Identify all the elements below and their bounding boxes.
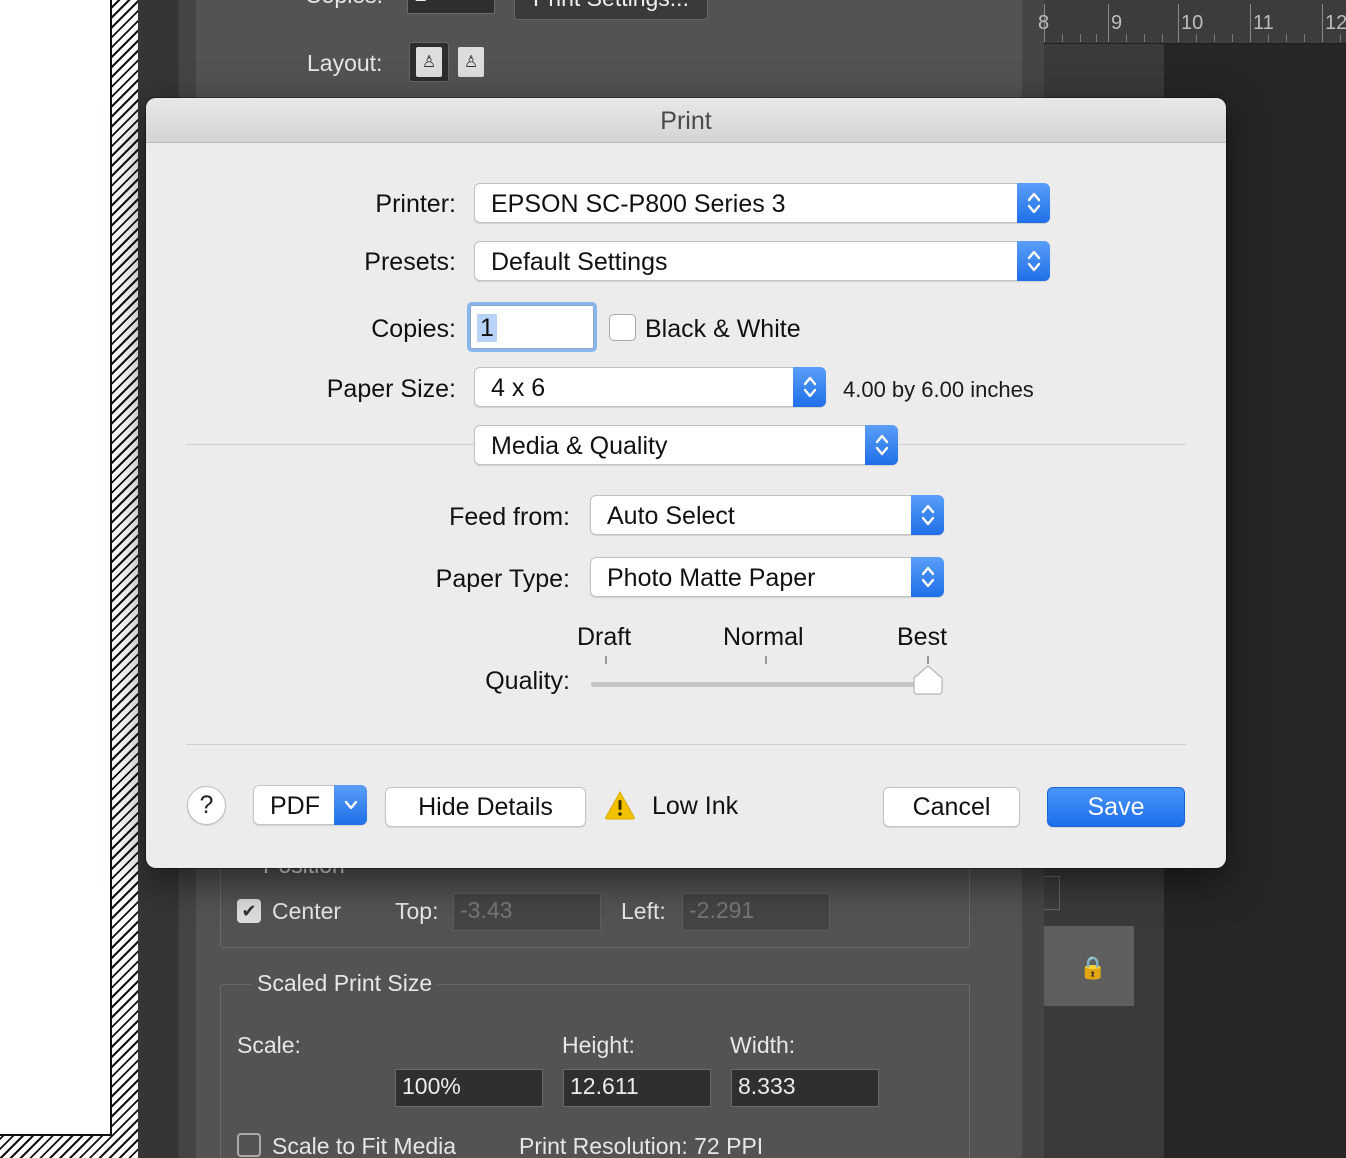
quality-slider-track[interactable] bbox=[591, 682, 943, 687]
warning-icon bbox=[605, 790, 635, 820]
chevron-updown-icon bbox=[911, 557, 944, 597]
center-label: Center bbox=[272, 898, 342, 924]
scale-field[interactable]: 100% bbox=[395, 1069, 543, 1107]
help-icon: ? bbox=[199, 791, 214, 819]
quality-level-normal: Normal bbox=[723, 623, 804, 651]
dialog-titlebar: Print bbox=[146, 98, 1226, 143]
width-value: 8.333 bbox=[738, 1073, 796, 1099]
top-value: -3.43 bbox=[460, 897, 513, 923]
layout-portrait-button[interactable]: ♙ bbox=[409, 42, 449, 82]
black-white-checkbox[interactable] bbox=[609, 314, 636, 341]
copies-value: 1 bbox=[477, 314, 497, 342]
paper-type-popup[interactable]: Photo Matte Paper bbox=[590, 557, 944, 597]
quality-slider-knob[interactable] bbox=[912, 664, 944, 696]
center-checkbox[interactable]: ✔ bbox=[237, 899, 261, 923]
printer-label: Printer: bbox=[375, 190, 456, 218]
quality-level-best: Best bbox=[897, 623, 948, 651]
low-ink-status[interactable]: Low Ink bbox=[652, 792, 738, 821]
section-value: Media & Quality bbox=[491, 432, 668, 460]
height-field[interactable]: 12.611 bbox=[563, 1069, 711, 1107]
height-label: Height: bbox=[562, 1032, 635, 1058]
width-label: Width: bbox=[730, 1032, 796, 1058]
bg-copies-field[interactable]: 1 bbox=[407, 0, 495, 14]
landscape-icon: ♙ bbox=[463, 54, 479, 71]
save-label: Save bbox=[1087, 793, 1145, 821]
scale-to-fit-checkbox[interactable] bbox=[237, 1133, 261, 1157]
printer-popup[interactable]: EPSON SC-P800 Series 3 bbox=[474, 183, 1050, 223]
presets-label: Presets: bbox=[364, 248, 456, 276]
print-resolution: Print Resolution: 72 PPI bbox=[519, 1133, 764, 1158]
black-white-label: Black & White bbox=[645, 315, 801, 343]
ruler-tick-label: 8 bbox=[1038, 12, 1050, 34]
quality-tick bbox=[765, 656, 767, 664]
scaled-print-size-legend: Scaled Print Size bbox=[251, 970, 439, 997]
paper-type-label: Paper Type: bbox=[435, 565, 570, 593]
chevron-updown-icon bbox=[865, 425, 898, 465]
paper-size-label: Paper Size: bbox=[326, 375, 456, 403]
paper-size-value: 4 x 6 bbox=[491, 374, 546, 402]
pdf-menu-button[interactable]: PDF bbox=[253, 785, 367, 825]
chevron-updown-icon bbox=[793, 367, 826, 407]
ruler-tick-label: 12 bbox=[1325, 12, 1346, 34]
lock-icon: 🔒 bbox=[1079, 955, 1107, 980]
height-value: 12.611 bbox=[570, 1073, 639, 1099]
chevron-updown-icon bbox=[911, 495, 944, 535]
copies-field[interactable]: 1 bbox=[470, 305, 594, 349]
feed-from-label: Feed from: bbox=[449, 503, 570, 531]
ruler-tick-label: 11 bbox=[1253, 12, 1274, 34]
presets-popup[interactable]: Default Settings bbox=[474, 241, 1050, 281]
left-field[interactable]: -2.291 bbox=[682, 893, 830, 931]
scale-value: 100% bbox=[402, 1073, 461, 1099]
ruler-tick-label: 10 bbox=[1181, 12, 1204, 34]
cancel-label: Cancel bbox=[912, 793, 991, 821]
hide-details-button[interactable]: Hide Details bbox=[385, 787, 586, 827]
paper-size-popup[interactable]: 4 x 6 bbox=[474, 367, 826, 407]
feed-from-value: Auto Select bbox=[607, 502, 735, 530]
scale-to-fit-label: Scale to Fit Media bbox=[272, 1133, 457, 1158]
cancel-button[interactable]: Cancel bbox=[883, 787, 1020, 827]
bg-copies-value: 1 bbox=[414, 0, 427, 6]
quality-level-draft: Draft bbox=[577, 623, 632, 651]
canvas-edge-hatch bbox=[112, 0, 138, 1158]
top-label: Top: bbox=[395, 898, 439, 924]
print-dialog: Print Printer: EPSON SC-P800 Series 3 Pr… bbox=[146, 98, 1226, 868]
canvas-edge-hatch-bottom bbox=[0, 1136, 138, 1158]
side-panel-control[interactable] bbox=[1044, 876, 1060, 910]
paper-size-dimensions: 4.00 by 6.00 inches bbox=[843, 377, 1034, 402]
chevron-updown-icon bbox=[1017, 241, 1050, 281]
bottom-divider bbox=[186, 744, 1186, 745]
left-value: -2.291 bbox=[689, 897, 755, 923]
feed-from-popup[interactable]: Auto Select bbox=[590, 495, 944, 535]
copies-label: Copies: bbox=[371, 315, 456, 343]
chevron-updown-icon bbox=[1017, 183, 1050, 223]
save-button[interactable]: Save bbox=[1047, 787, 1185, 827]
print-settings-label: Print Settings... bbox=[533, 0, 689, 11]
left-label: Left: bbox=[621, 898, 666, 924]
printer-value: EPSON SC-P800 Series 3 bbox=[491, 190, 786, 218]
bg-copies-label: Copies: bbox=[305, 0, 383, 9]
bg-layout-label: Layout: bbox=[307, 50, 383, 76]
width-field[interactable]: 8.333 bbox=[731, 1069, 879, 1107]
help-button[interactable]: ? bbox=[187, 786, 226, 825]
scale-label: Scale: bbox=[237, 1032, 301, 1058]
portrait-icon: ♙ bbox=[421, 54, 437, 71]
ruler-tick-label: 9 bbox=[1111, 12, 1123, 34]
ruler: 8 9 10 11 12 bbox=[1038, 0, 1346, 44]
quality-tick bbox=[605, 656, 607, 664]
hide-details-label: Hide Details bbox=[418, 793, 553, 821]
paper-type-value: Photo Matte Paper bbox=[607, 564, 816, 592]
quality-label: Quality: bbox=[485, 667, 570, 695]
layout-landscape-button[interactable]: ♙ bbox=[453, 44, 489, 80]
chevron-down-icon bbox=[334, 785, 367, 825]
dialog-title: Print bbox=[660, 107, 712, 135]
print-settings-button[interactable]: Print Settings... bbox=[514, 0, 708, 20]
presets-value: Default Settings bbox=[491, 248, 668, 276]
document-canvas bbox=[0, 0, 112, 1136]
top-field[interactable]: -3.43 bbox=[453, 893, 601, 931]
pdf-label: PDF bbox=[270, 792, 320, 820]
quality-tick bbox=[927, 656, 929, 664]
section-popup[interactable]: Media & Quality bbox=[474, 425, 898, 465]
